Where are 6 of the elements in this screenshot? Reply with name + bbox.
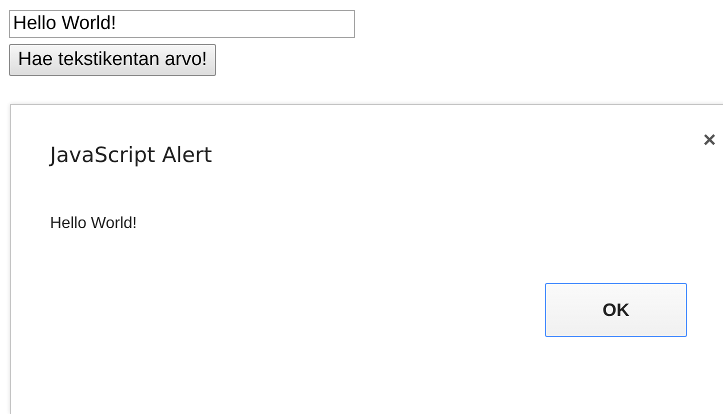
ok-button[interactable]: OK	[545, 283, 687, 337]
dialog-title: JavaScript Alert	[50, 143, 212, 167]
alert-message: Hello World!	[50, 215, 138, 233]
text-field[interactable]: Hello World!	[9, 10, 355, 38]
close-icon[interactable]: ×	[703, 127, 716, 153]
get-value-button[interactable]: Hae tekstikentan arvo!	[9, 44, 216, 76]
